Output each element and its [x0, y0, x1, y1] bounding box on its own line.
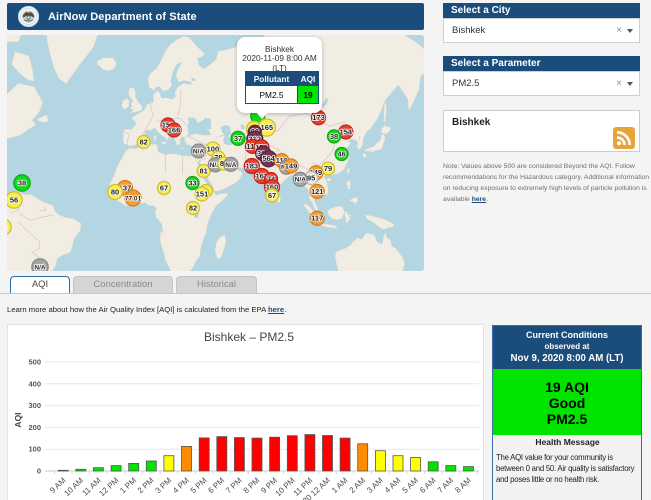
- svg-text:7 AM: 7 AM: [436, 476, 456, 495]
- svg-text:183: 183: [246, 161, 259, 170]
- svg-text:6 PM: 6 PM: [206, 476, 226, 496]
- svg-text:5 AM: 5 AM: [400, 476, 420, 495]
- svg-text:2 AM: 2 AM: [348, 476, 368, 495]
- svg-text:N/A: N/A: [193, 148, 205, 155]
- svg-text:37: 37: [234, 134, 242, 143]
- svg-text:Bishkek – PM2.5: Bishkek – PM2.5: [204, 330, 294, 344]
- svg-text:10 AM: 10 AM: [62, 476, 85, 498]
- svg-text:46: 46: [337, 149, 345, 158]
- svg-text:154: 154: [340, 127, 353, 136]
- svg-text:12 PM: 12 PM: [97, 476, 120, 499]
- svg-text:7 PM: 7 PM: [224, 476, 244, 496]
- svg-text:117: 117: [311, 214, 323, 223]
- svg-text:1 PM: 1 PM: [118, 476, 138, 496]
- svg-text:100: 100: [28, 445, 41, 454]
- svg-text:121: 121: [311, 187, 324, 196]
- svg-text:300: 300: [28, 401, 41, 410]
- svg-text:81: 81: [200, 166, 208, 175]
- svg-text:56: 56: [10, 195, 18, 204]
- svg-text:564: 564: [262, 154, 275, 163]
- svg-text:151: 151: [196, 189, 209, 198]
- svg-text:79: 79: [324, 164, 332, 173]
- svg-text:N/A: N/A: [295, 177, 307, 184]
- svg-text:173: 173: [312, 113, 325, 122]
- svg-text:AQI: AQI: [13, 412, 23, 427]
- svg-text:6 AM: 6 AM: [418, 476, 438, 495]
- svg-text:500: 500: [28, 358, 41, 367]
- svg-text:77.01: 77.01: [125, 195, 142, 202]
- svg-text:95: 95: [307, 173, 315, 182]
- svg-text:4 PM: 4 PM: [171, 476, 191, 496]
- svg-text:67: 67: [160, 183, 168, 192]
- svg-text:165: 165: [261, 123, 274, 132]
- svg-text:38: 38: [18, 178, 26, 187]
- svg-text:0: 0: [37, 467, 41, 476]
- svg-text:149: 149: [285, 161, 298, 170]
- svg-text:3 AM: 3 AM: [365, 476, 385, 495]
- svg-text:3 PM: 3 PM: [153, 476, 173, 496]
- svg-text:2 PM: 2 PM: [136, 476, 156, 496]
- svg-text:N/A: N/A: [34, 264, 46, 271]
- svg-text:10 PM: 10 PM: [274, 476, 297, 499]
- svg-text:4 AM: 4 AM: [383, 476, 403, 495]
- svg-text:N/A: N/A: [225, 162, 237, 169]
- svg-text:80: 80: [111, 187, 119, 196]
- svg-text:1 AM: 1 AM: [330, 476, 350, 495]
- svg-text:38: 38: [330, 132, 338, 141]
- svg-text:8 AM: 8 AM: [453, 476, 473, 495]
- svg-text:82: 82: [140, 137, 148, 146]
- svg-text:400: 400: [28, 379, 41, 388]
- svg-text:5 PM: 5 PM: [189, 476, 209, 496]
- svg-text:166: 166: [168, 125, 181, 134]
- svg-text:82: 82: [189, 203, 197, 212]
- svg-text:200: 200: [28, 423, 41, 432]
- svg-text:8 PM: 8 PM: [242, 476, 262, 496]
- svg-text:33: 33: [188, 178, 196, 187]
- svg-text:67: 67: [268, 191, 276, 200]
